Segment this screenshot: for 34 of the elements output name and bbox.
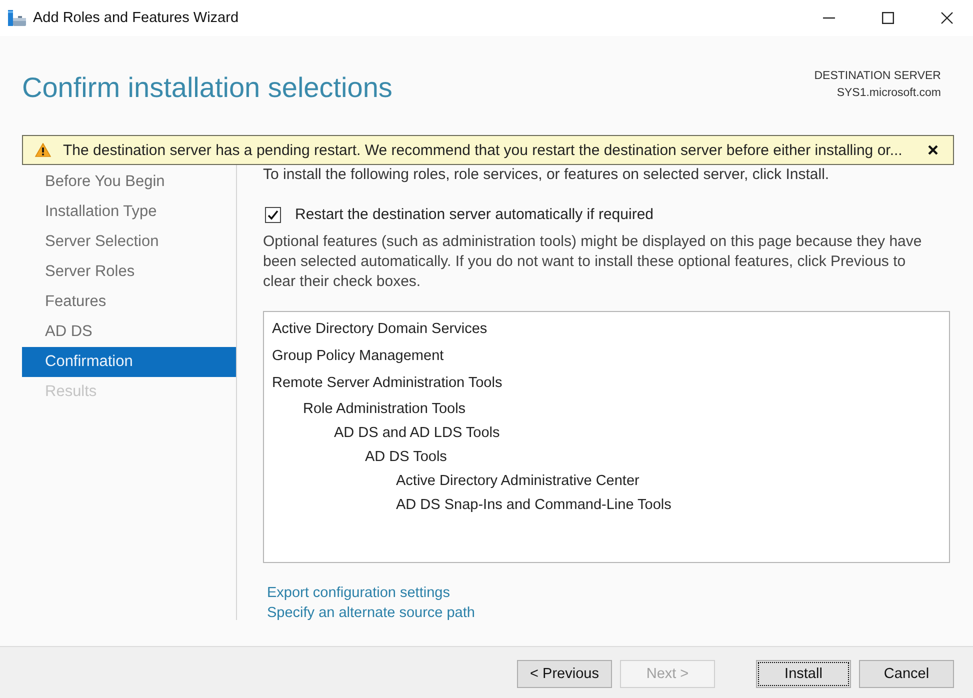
list-item: Active Directory Domain Services [272,320,488,339]
link[interactable]: Export configuration settings [267,583,450,603]
intro-text: To install the following roles, role services, or features on selected server, click Install. [263,165,830,185]
destination-server-label: DESTINATION SERVER [814,69,941,84]
warning-icon [35,143,51,157]
list-item: Remote Server Administration Tools [272,374,502,393]
list-item: AD DS and AD LDS Tools [334,424,500,443]
wizard-button[interactable]: Install [756,660,851,688]
wizard-button[interactable]: < Previous [517,660,612,688]
wizard-step[interactable]: Features [22,287,236,317]
list-item: Active Directory Administrative Center [396,472,640,491]
checkbox[interactable] [265,206,281,222]
list-item: Role Administration Tools [303,400,466,419]
close-icon[interactable] [928,145,938,155]
list-item: AD DS Snap-Ins and Command-Line Tools [396,496,672,515]
list-item: AD DS Tools [365,448,447,467]
wizard-step[interactable]: Before You Begin [22,167,236,197]
app-icon [8,10,26,26]
warning-message: The destination server has a pending restart. We recommend that you restart the destination server before either installing or... [63,142,902,158]
maximize-icon[interactable] [882,12,894,24]
list-item: Group Policy Management [272,347,444,366]
wizard-button[interactable]: Cancel [859,660,954,688]
wizard-step[interactable]: AD DS [22,317,236,347]
note-text: Optional features (such as administration tools) might be displayed on this page because they have been selected automatically. If you do not want to install these optional features, click Previous to clear their check boxes. [263,232,923,292]
page-title: Confirm installation selections [22,71,392,105]
close-icon[interactable] [941,12,953,24]
window-title: Add Roles and Features Wizard [33,10,239,26]
wizard-step[interactable]: Server Selection [22,227,236,257]
wizard-step[interactable]: Confirmation [22,347,236,377]
link[interactable]: Specify an alternate source path [267,603,475,623]
wizard-step[interactable]: Installation Type [22,197,236,227]
destination-server-name: SYS1.microsoft.com [836,86,941,101]
wizard-step[interactable]: Server Roles [22,257,236,287]
checkbox-label[interactable]: Restart the destination server automatically if required [295,206,654,223]
